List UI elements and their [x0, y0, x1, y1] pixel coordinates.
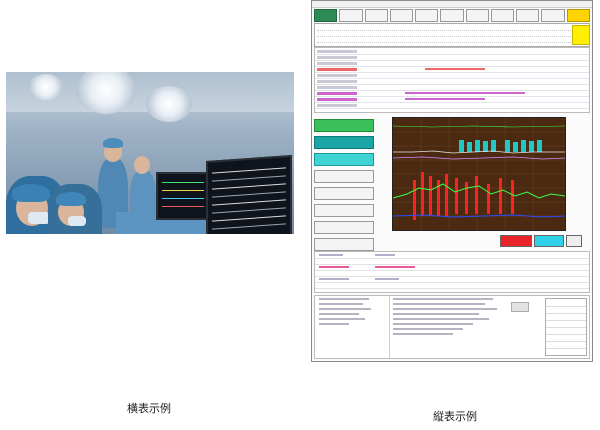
- staff-cap: [103, 138, 123, 148]
- side-button[interactable]: [314, 238, 374, 251]
- tab-alert[interactable]: [566, 9, 590, 22]
- side-button[interactable]: [314, 221, 374, 234]
- info-button[interactable]: [534, 235, 564, 247]
- monitor-icon: [206, 154, 292, 234]
- top-tab-bar: [314, 9, 590, 22]
- tab-1[interactable]: [314, 9, 338, 22]
- tab-5[interactable]: [415, 9, 439, 22]
- side-button[interactable]: [314, 187, 374, 200]
- tab-8[interactable]: [490, 9, 515, 22]
- notes-panel: [314, 295, 590, 359]
- left-axis-ticks: [376, 117, 390, 229]
- staff-head: [134, 156, 150, 174]
- side-button[interactable]: [314, 153, 374, 166]
- chart-control-row: [392, 235, 582, 247]
- right-axis-ticks: [566, 117, 584, 229]
- surgeon-cap: [12, 184, 50, 202]
- surgeon-cap: [56, 192, 86, 206]
- notes-button[interactable]: [511, 302, 529, 312]
- surgeon-mask: [68, 216, 86, 226]
- surgeon-mask: [28, 212, 50, 224]
- tab-9[interactable]: [516, 9, 540, 22]
- tab-7[interactable]: [465, 9, 489, 22]
- caption-horizontal: 横表示例: [127, 402, 171, 415]
- window-titlebar: [312, 1, 592, 8]
- yellow-action-button[interactable]: [572, 25, 590, 45]
- medication-timeline: [314, 47, 590, 113]
- surgical-lamp: [146, 86, 192, 122]
- tab-3[interactable]: [364, 9, 388, 22]
- caption-vertical: 縦表示例: [433, 410, 477, 423]
- tab-6[interactable]: [440, 9, 464, 22]
- vital-signs-chart: [392, 117, 566, 231]
- tab-2[interactable]: [339, 9, 363, 22]
- monitor-icon: [156, 172, 210, 220]
- event-table: [314, 251, 590, 293]
- side-button[interactable]: [314, 204, 374, 217]
- side-button[interactable]: [314, 136, 374, 149]
- tab-10[interactable]: [541, 9, 565, 22]
- alert-button[interactable]: [500, 235, 532, 247]
- operating-room-photo: [6, 72, 294, 234]
- vertical-display-screenshot: [311, 0, 593, 362]
- tab-4[interactable]: [389, 9, 414, 22]
- summary-grid: [545, 298, 587, 356]
- option-button[interactable]: [566, 235, 582, 247]
- side-button[interactable]: [314, 119, 374, 132]
- surgical-lamp: [28, 74, 64, 100]
- patient-info-panel: [314, 23, 590, 47]
- side-button[interactable]: [314, 170, 374, 183]
- side-button-panel: [314, 119, 374, 255]
